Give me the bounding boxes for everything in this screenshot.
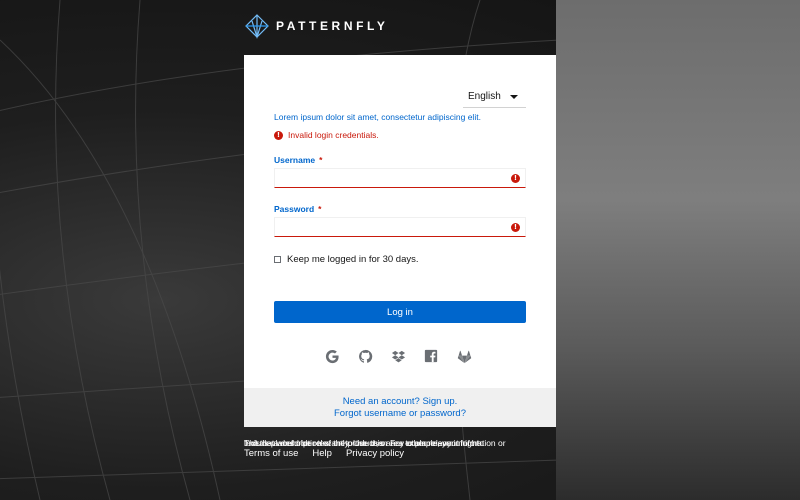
login-button[interactable]: Log in (274, 301, 526, 323)
login-error-text: Invalid login credentials. (288, 130, 379, 140)
remember-me-label: Keep me logged in for 30 days. (287, 254, 419, 265)
username-field[interactable]: ! (274, 168, 526, 189)
github-login-button[interactable] (357, 348, 373, 364)
username-label: Username * (274, 155, 322, 165)
terms-of-use-link[interactable]: Terms of use (244, 448, 298, 459)
language-select[interactable]: English (463, 86, 526, 108)
patternfly-logo-icon (245, 14, 269, 39)
required-marker: * (318, 204, 322, 214)
password-label: Password * (274, 204, 321, 214)
facebook-icon (424, 349, 438, 363)
login-card-footer: Need an account? Sign up. Forgot usernam… (244, 388, 556, 427)
password-input[interactable] (275, 219, 525, 238)
legal-text-line: include a description of the product, or… (244, 438, 485, 448)
dropbox-icon (391, 350, 405, 362)
language-select-value: English (468, 91, 501, 102)
help-link[interactable]: Help (312, 448, 332, 459)
caret-down-icon (510, 95, 518, 99)
required-marker: * (319, 155, 323, 165)
login-card: English Lorem ipsum dolor sit amet, cons… (244, 55, 556, 427)
brand-name: PATTERNFLY (276, 19, 389, 33)
forgot-credentials-link[interactable]: Forgot username or password? (334, 408, 466, 419)
exclamation-circle-icon: ! (511, 174, 520, 183)
facebook-login-button[interactable] (423, 348, 439, 364)
username-label-text: Username (274, 155, 316, 165)
remember-me-checkbox[interactable] (274, 256, 281, 263)
exclamation-circle-icon: ! (274, 130, 283, 140)
gitlab-icon (457, 350, 471, 363)
footer-links: Terms of use Help Privacy policy (244, 448, 404, 459)
password-label-text: Password (274, 204, 315, 214)
signup-link[interactable]: Need an account? Sign up. (343, 396, 458, 407)
password-field[interactable]: ! (274, 217, 526, 238)
remember-me[interactable]: Keep me logged in for 30 days. (274, 254, 419, 265)
exclamation-circle-icon: ! (511, 223, 520, 232)
social-login-list (324, 348, 472, 364)
gitlab-login-button[interactable] (456, 348, 472, 364)
github-icon (358, 349, 372, 363)
login-subtitle: Lorem ipsum dolor sit amet, consectetur … (274, 112, 481, 122)
login-error-message: ! Invalid login credentials. (274, 130, 379, 140)
background-building (556, 0, 800, 500)
dropbox-login-button[interactable] (390, 348, 406, 364)
username-input[interactable] (275, 170, 525, 189)
privacy-policy-link[interactable]: Privacy policy (346, 448, 404, 459)
google-login-button[interactable] (324, 348, 340, 364)
google-icon (325, 349, 339, 363)
brand-logo: PATTERNFLY (244, 13, 388, 39)
